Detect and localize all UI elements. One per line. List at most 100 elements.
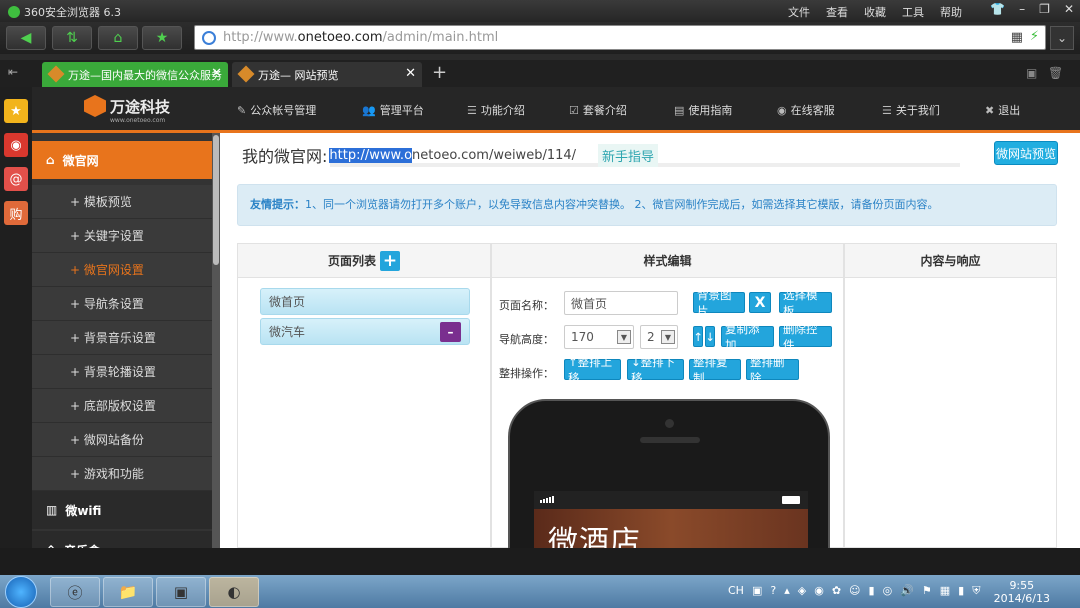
help-icon[interactable]: ?: [770, 584, 776, 598]
sidebar-item-carousel[interactable]: + 背景轮播设置: [32, 355, 212, 389]
delete-control-button[interactable]: 删除控件: [779, 322, 832, 352]
address-bar[interactable]: http://www. onetoeo.com/admin/main.html ▦…: [194, 25, 1046, 50]
nav-height-select[interactable]: 170 ▼: [564, 325, 634, 349]
battery-icon: [782, 496, 800, 504]
lightning-icon[interactable]: ⚡: [1030, 29, 1039, 44]
skin-icon[interactable]: 👕: [990, 2, 1005, 16]
add-page-button[interactable]: +: [380, 250, 400, 271]
nav-account[interactable]: ✎ 公众帐号管理: [237, 102, 316, 118]
clock[interactable]: 9:55 2014/6/13: [994, 579, 1050, 605]
qq-icon[interactable]: ☺: [849, 584, 860, 598]
tray-icon-7[interactable]: ▦: [940, 584, 950, 598]
nav-packages[interactable]: ☑ 套餐介绍: [569, 102, 627, 118]
site-preview-button[interactable]: 微网站预览: [994, 141, 1058, 165]
app-logo[interactable]: 万途科技 www.onetoeo.com: [84, 95, 170, 124]
sidebar-item-weiguanwang-settings[interactable]: + 微官网设置: [32, 253, 212, 287]
media-icon[interactable]: ▣: [156, 577, 206, 607]
network-icon[interactable]: ▮: [869, 584, 875, 598]
back-icon[interactable]: ◀: [6, 26, 46, 50]
page-item-home[interactable]: 微首页: [260, 288, 470, 315]
tray-arrow-icon[interactable]: ▴: [784, 584, 790, 598]
start-button[interactable]: [5, 576, 37, 608]
favorites-icon[interactable]: ★: [4, 99, 28, 123]
copy-add-button[interactable]: 复制添加: [721, 322, 774, 352]
page-name-input[interactable]: 微首页: [564, 291, 678, 315]
close-icon[interactable]: ✕: [1064, 2, 1074, 16]
new-tab-button[interactable]: +: [432, 62, 447, 83]
choose-template-button[interactable]: 选择模板: [779, 288, 832, 318]
close-tab-icon[interactable]: ✕: [211, 66, 222, 81]
signal-tray-icon[interactable]: ▮: [958, 584, 964, 598]
tray-icon-2[interactable]: ◈: [798, 584, 806, 598]
folder-icon[interactable]: 📁: [103, 577, 153, 607]
sidebar-item-template-preview[interactable]: + 模板预览: [32, 185, 212, 219]
move-up-button[interactable]: ↑: [693, 326, 703, 347]
tab-admin[interactable]: 万途—国内最大的微信公众服务 ✕: [42, 62, 228, 87]
sidebar-section-wifi[interactable]: ▥ 微wifi: [32, 491, 212, 529]
move-down-button[interactable]: ↓: [705, 326, 715, 347]
sidebar-item-backup[interactable]: + 微网站备份: [32, 423, 212, 457]
tray-icon-1[interactable]: ▣: [752, 584, 762, 598]
nav-features[interactable]: ☰ 功能介绍: [467, 102, 525, 118]
weibo-icon[interactable]: ◉: [4, 133, 28, 157]
item-label: 游戏和功能: [83, 467, 144, 481]
nav-about[interactable]: ☰ 关于我们: [882, 102, 940, 118]
nav-guide[interactable]: ▤ 使用指南: [674, 102, 732, 118]
remove-bg-button[interactable]: X: [749, 292, 771, 313]
sidebar-toggle-icon[interactable]: ⇤: [8, 65, 18, 79]
scrollbar-thumb[interactable]: [213, 135, 219, 265]
trash-icon[interactable]: 🗑: [1048, 66, 1063, 80]
home-icon[interactable]: ⌂: [98, 26, 138, 50]
tab-preview[interactable]: 万途— 网站预览 ✕: [232, 62, 422, 87]
row-delete-button[interactable]: 整排删除: [746, 355, 799, 385]
tray-icon-4[interactable]: ✿: [832, 584, 841, 598]
restore-tab-icon[interactable]: ▣: [1026, 66, 1037, 80]
mail-icon[interactable]: @: [4, 167, 28, 191]
page-item-car[interactable]: 微汽车 –: [260, 318, 470, 345]
bg-image-button[interactable]: 背景图片: [693, 288, 745, 318]
main-content: 我的微官网: http://www.onetoeo.com/weiweb/114…: [220, 133, 1080, 548]
refresh-icon[interactable]: ⇅: [52, 26, 92, 50]
menu-file[interactable]: 文件: [788, 4, 810, 20]
row-move-down-button[interactable]: ↓整排下移: [627, 355, 684, 385]
volume-icon[interactable]: 🔊: [900, 584, 914, 598]
chevron-down-icon[interactable]: ⌄: [1050, 26, 1074, 50]
sidebar-item-copyright[interactable]: + 底部版权设置: [32, 389, 212, 423]
sidebar-item-games[interactable]: + 游戏和功能: [32, 457, 212, 491]
mywei-url[interactable]: http://www.onetoeo.com/weiweb/114/: [329, 147, 576, 163]
restore-icon[interactable]: ❐: [1039, 2, 1050, 16]
tray-icon-3[interactable]: ◉: [814, 584, 824, 598]
row-copy-button[interactable]: 整排复制: [689, 355, 741, 385]
guide-link[interactable]: 新手指导: [598, 144, 659, 167]
menu-view[interactable]: 查看: [826, 4, 848, 20]
browser-task-icon[interactable]: ◐: [209, 577, 259, 607]
item-label: 微网站备份: [83, 433, 144, 447]
ie-icon[interactable]: ⓔ: [50, 577, 100, 607]
row-move-up-button[interactable]: ↑整排上移: [564, 355, 621, 385]
shopping-icon[interactable]: 购: [4, 201, 28, 225]
sidebar-section-weiguanwang[interactable]: ⌂ 微官网: [32, 141, 212, 179]
minimize-icon[interactable]: –: [1019, 2, 1025, 16]
sidebar-scrollbar[interactable]: [212, 133, 220, 548]
sidebar-item-music[interactable]: + 背景音乐设置: [32, 321, 212, 355]
address-prefix: http://www.: [223, 30, 298, 45]
favorite-star-icon[interactable]: ★: [142, 26, 182, 50]
tray-icon-6[interactable]: ⚑: [922, 584, 932, 598]
phone-screen[interactable]: 微酒店: [534, 491, 808, 548]
menu-help[interactable]: 帮助: [940, 4, 962, 20]
close-tab-icon[interactable]: ✕: [405, 66, 416, 81]
nav-service[interactable]: ◉ 在线客服: [777, 102, 835, 118]
sidebar-item-keyword[interactable]: + 关键字设置: [32, 219, 212, 253]
nav-logout[interactable]: ✖ 退出: [985, 102, 1020, 118]
tray-icon-5[interactable]: ◎: [883, 584, 893, 598]
remove-page-button[interactable]: –: [440, 322, 461, 342]
qr-icon[interactable]: ▦: [1011, 30, 1023, 45]
sidebar-item-navbar[interactable]: + 导航条设置: [32, 287, 212, 321]
nav-rows-select[interactable]: 2 ▼: [640, 325, 678, 349]
menu-favorites[interactable]: 收藏: [864, 4, 886, 20]
menu-tools[interactable]: 工具: [902, 4, 924, 20]
nav-platform[interactable]: 👥 管理平台: [362, 102, 424, 118]
shield-icon[interactable]: ⛨: [972, 584, 980, 598]
language-indicator[interactable]: CH: [728, 584, 744, 598]
phone-status-bar: [534, 491, 808, 509]
